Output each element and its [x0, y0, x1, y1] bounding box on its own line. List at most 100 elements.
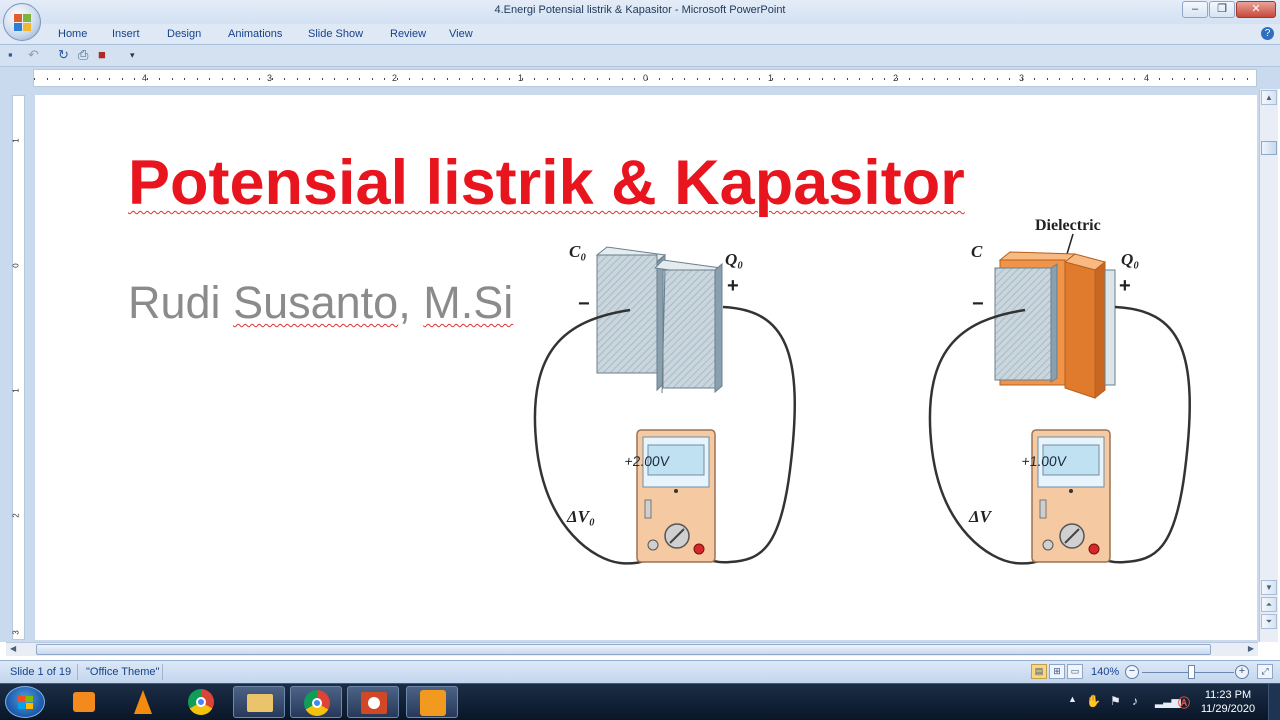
ruler-tick — [1221, 78, 1223, 80]
ruler-tick — [421, 78, 423, 80]
taskbar-chrome-window[interactable] — [290, 686, 342, 718]
tab-animations[interactable]: Animations — [228, 28, 282, 40]
theme-colors-icon[interactable]: ■ — [98, 48, 106, 62]
ruler-tick — [809, 78, 810, 80]
ruler-tick — [1009, 78, 1010, 80]
close-icon[interactable]: ✕ — [1236, 1, 1276, 18]
slideshow-view-icon[interactable]: ▭ — [1067, 664, 1083, 679]
subtitle-surname: Susanto — [233, 277, 399, 328]
slide-sorter-icon[interactable]: ⊞ — [1049, 664, 1065, 679]
ruler-tick — [1196, 78, 1198, 80]
next-slide-icon[interactable]: ⏷ — [1261, 614, 1277, 629]
scroll-right-icon[interactable]: ▶ — [1248, 644, 1254, 653]
slide-title[interactable]: Potensial listrik & Kapasitor — [128, 147, 965, 219]
taskbar: ▲ ✋ ⚑ ♪ ▂▃▅ Ⓐ 11:23 PM 11/29/2020 — [0, 683, 1280, 720]
tab-review[interactable]: Review — [390, 28, 426, 40]
ruler-tick — [921, 78, 923, 80]
tab-view[interactable]: View — [449, 28, 473, 40]
previous-slide-icon[interactable]: ⏶ — [1261, 597, 1277, 612]
subtitle-name: Rudi — [128, 277, 221, 328]
fit-to-window-icon[interactable]: ⤢ — [1257, 664, 1273, 679]
ruler-tick — [71, 78, 73, 80]
start-button[interactable] — [5, 686, 45, 718]
ruler-tick — [609, 78, 610, 80]
right-capacitor — [994, 251, 1116, 400]
windows-logo-icon — [18, 696, 34, 710]
slide-canvas[interactable]: Potensial listrik & Kapasitor Rudi Susan… — [35, 95, 1257, 640]
ruler-tick — [596, 78, 598, 80]
ruler-tick — [146, 78, 148, 80]
show-desktop-button[interactable] — [1268, 684, 1280, 720]
horizontal-scroll-thumb[interactable] — [36, 644, 1211, 655]
right-minus-label: − — [972, 293, 984, 315]
taskbar-media-player[interactable] — [58, 686, 110, 718]
ruler-tick — [346, 78, 348, 80]
ruler-tick — [209, 78, 210, 80]
taskbar-explorer[interactable] — [233, 686, 285, 718]
ruler-tick — [796, 78, 798, 80]
ruler-tick — [746, 78, 748, 80]
dielectric-label: Dielectric — [1035, 217, 1101, 234]
folder-icon — [247, 694, 273, 712]
office-button[interactable] — [3, 3, 41, 41]
zoom-level[interactable]: 140% — [1091, 666, 1119, 678]
scroll-down-icon[interactable]: ▼ — [1261, 580, 1277, 595]
status-divider — [77, 664, 78, 680]
scroll-left-icon[interactable]: ◀ — [10, 644, 16, 653]
taskbar-pdf-app[interactable] — [406, 686, 458, 718]
undo-icon[interactable]: ↶ — [28, 48, 39, 62]
ruler-tick — [134, 78, 135, 80]
help-icon[interactable]: ? — [1261, 27, 1274, 40]
ruler-label: 3 — [11, 630, 21, 635]
slide-subtitle[interactable]: Rudi Susanto, M.Si — [128, 277, 513, 329]
save-icon[interactable]: ▪ — [8, 48, 13, 62]
tab-slide-show[interactable]: Slide Show — [308, 28, 363, 40]
system-clock[interactable]: 11:23 PM 11/29/2020 — [1198, 688, 1258, 716]
taskbar-powerpoint[interactable] — [347, 686, 399, 718]
ruler-tick — [1184, 78, 1185, 80]
tab-design[interactable]: Design — [167, 28, 201, 40]
customize-qat-icon[interactable]: ▾ — [130, 48, 135, 62]
network-icon[interactable]: ▂▃▅ — [1155, 694, 1181, 708]
ruler-tick — [359, 78, 360, 80]
restore-icon[interactable]: ❐ — [1209, 1, 1235, 18]
vlc-icon — [134, 690, 152, 714]
antivirus-icon[interactable]: Ⓐ — [1178, 694, 1190, 711]
tab-home[interactable]: Home — [58, 28, 87, 40]
redo-icon[interactable]: ↻ — [58, 48, 69, 62]
ruler-tick — [646, 78, 648, 80]
ruler-tick — [771, 78, 773, 80]
left-minus-label: − — [578, 293, 590, 315]
volume-icon[interactable]: ♪ — [1132, 694, 1138, 708]
ruler-tick — [434, 78, 435, 80]
minimize-icon[interactable]: – — [1182, 1, 1208, 18]
zoom-out-icon[interactable]: − — [1125, 665, 1139, 679]
normal-view-icon[interactable]: ▤ — [1031, 664, 1047, 679]
ruler-tick — [846, 78, 848, 80]
print-preview-icon[interactable]: ⎙ — [78, 48, 88, 62]
subtitle-comma: , — [398, 277, 411, 328]
horizontal-scrollbar[interactable]: ◀ ▶ — [6, 642, 1258, 656]
zoom-slider-thumb[interactable] — [1188, 665, 1195, 679]
taskbar-chrome[interactable] — [175, 686, 227, 718]
left-voltmeter — [636, 429, 716, 563]
ruler-tick — [659, 78, 660, 80]
tab-insert[interactable]: Insert — [112, 28, 140, 40]
scroll-up-icon[interactable]: ▲ — [1261, 90, 1277, 105]
status-bar: Slide 1 of 19 "Office Theme" ▤ ⊞ ▭ 140% … — [0, 660, 1280, 683]
powerpoint-icon — [361, 692, 387, 714]
tray-app-icon[interactable]: ✋ — [1086, 694, 1101, 708]
capacitor-dielectric-figure[interactable]: C₀ Q₀ − + +2.00V ΔV₀ Dielectric C Q₀ − +… — [525, 210, 1245, 595]
ruler-tick — [584, 78, 585, 80]
taskbar-vlc[interactable] — [117, 686, 169, 718]
action-center-icon[interactable]: ⚑ — [1110, 694, 1121, 708]
ruler-tick — [559, 78, 560, 80]
zoom-in-icon[interactable]: + — [1235, 665, 1249, 679]
tray-expand-icon[interactable]: ▲ — [1068, 694, 1077, 704]
ruler-tick — [546, 78, 548, 80]
ruler-tick — [1109, 78, 1110, 80]
chrome-icon — [188, 689, 214, 715]
vertical-scrollbar[interactable]: ▲ ▼ ⏶ ⏷ — [1259, 89, 1278, 642]
scroll-thumb[interactable] — [1261, 141, 1277, 155]
ruler-tick — [859, 78, 860, 80]
